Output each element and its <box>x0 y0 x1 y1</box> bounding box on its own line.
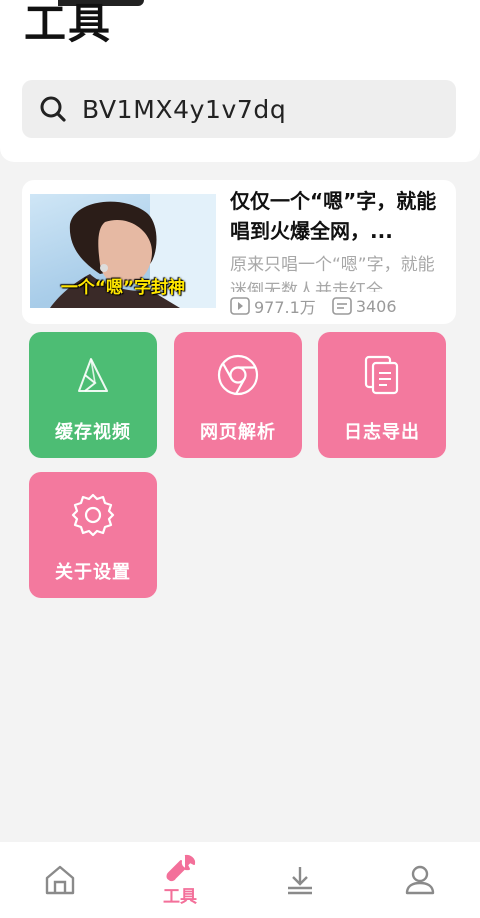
cache-video-button[interactable]: 缓存视频 <box>29 332 157 458</box>
comments-stat: 3406 <box>332 297 397 316</box>
log-export-button[interactable]: 日志导出 <box>318 332 446 458</box>
video-title[interactable]: 仅仅一个“嗯”字，就能唱到火爆全网，... <box>230 186 446 246</box>
video-stats: 977.1万 3406 <box>230 294 413 318</box>
cache-video-label: 缓存视频 <box>55 422 131 443</box>
video-thumbnail[interactable]: 一个“嗯”字封神 <box>30 194 216 308</box>
page-title: 工具 <box>24 0 113 48</box>
log-export-label: 日志导出 <box>344 422 420 443</box>
user-icon <box>405 865 435 895</box>
about-settings-button[interactable]: 关于设置 <box>29 472 157 598</box>
video-description: 原来只唱一个“嗯”字，就能迷倒无数人并走红全 <box>230 255 435 292</box>
about-settings-label: 关于设置 <box>55 562 131 583</box>
thumbnail-caption: 一个“嗯”字封神 <box>60 278 186 298</box>
wrench-icon <box>166 854 196 881</box>
comments-count: 3406 <box>355 296 397 316</box>
comment-icon <box>332 297 352 315</box>
search-input[interactable]: BV1MX4y1v7dq <box>22 80 456 138</box>
search-value[interactable]: BV1MX4y1v7dq <box>82 95 286 124</box>
bottom-nav: 工具 <box>0 842 480 918</box>
nav-profile[interactable] <box>360 842 480 918</box>
nav-download[interactable] <box>240 842 360 918</box>
nav-home[interactable] <box>0 842 120 918</box>
web-parse-label: 网页解析 <box>200 422 276 443</box>
cache-icon <box>70 352 116 398</box>
header: 工具 BV1MX4y1v7dq <box>0 0 480 162</box>
views-count: 977.1万 <box>254 298 316 317</box>
chrome-icon <box>215 352 261 398</box>
gear-icon <box>70 492 116 538</box>
nav-tools-label: 工具 <box>163 886 197 907</box>
web-parse-button[interactable]: 网页解析 <box>174 332 302 458</box>
copy-document-icon <box>359 352 405 398</box>
home-icon <box>45 865 75 895</box>
play-icon <box>230 297 250 315</box>
video-card[interactable]: 一个“嗯”字封神 仅仅一个“嗯”字，就能唱到火爆全网，... 原来只唱一个“嗯”… <box>22 180 456 324</box>
search-icon[interactable] <box>36 92 70 126</box>
download-icon <box>288 867 312 895</box>
views-stat: 977.1万 <box>230 294 316 318</box>
nav-tools[interactable]: 工具 <box>120 842 240 918</box>
